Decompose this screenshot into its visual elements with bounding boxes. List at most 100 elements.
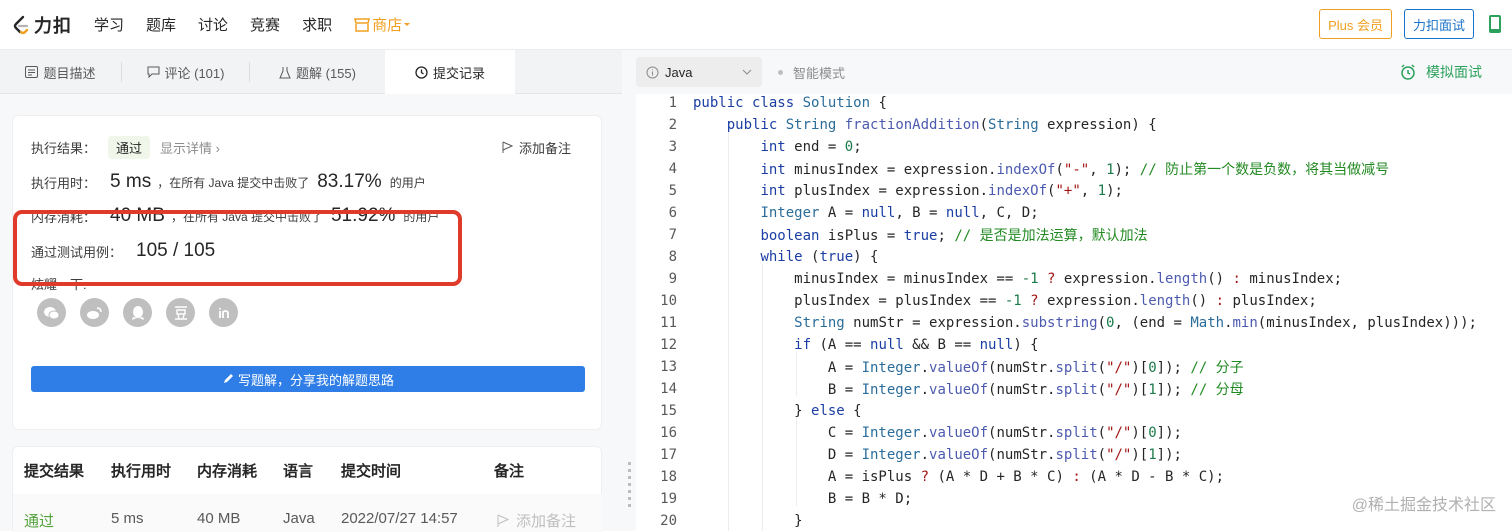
comment-icon — [147, 66, 160, 78]
editor-toolbar: Java 智能模式 模拟面试 — [636, 50, 1512, 94]
logo-icon — [13, 15, 29, 34]
row-status[interactable]: 通过 — [24, 510, 54, 531]
code-line: 16 C = Integer.valueOf(numStr.split("/")… — [660, 425, 1182, 441]
result-status-row: 执行结果： 通过 显示详情 › — [31, 136, 220, 159]
add-note-button[interactable]: 添加备注 — [502, 138, 571, 157]
highlight-annotation-box — [13, 210, 462, 286]
row-submit-time: 2022/07/27 14:57 — [341, 510, 458, 527]
resize-handle[interactable] — [628, 462, 631, 510]
mock-interview-label: 模拟面试 — [1426, 64, 1482, 80]
code-editor-panel: Java 智能模式 模拟面试 1 public class Solution { … — [636, 50, 1512, 531]
code-line: 5 int plusIndex = expression.indexOf("+"… — [668, 183, 1123, 199]
pencil-icon — [223, 374, 233, 383]
write-solution-button[interactable]: 写题解，分享我的解题思路 — [31, 366, 585, 392]
row-add-note-label: 添加备注 — [516, 513, 577, 530]
code-line: 15 } else { — [660, 403, 862, 419]
code-line: 8 while (true) { — [668, 249, 879, 265]
linkedin-icon[interactable] — [209, 298, 238, 327]
tab-comments[interactable]: 评论 (101) — [122, 50, 249, 94]
nav-store-label: 商店 — [372, 17, 403, 34]
chevron-down-icon — [742, 69, 752, 75]
flag-icon — [502, 141, 513, 153]
row-runtime: 5 ms — [111, 510, 144, 527]
code-line: 3 int end = 0; — [668, 139, 862, 155]
column-header: 执行用时 — [111, 463, 172, 480]
runtime-row: 执行用时： 5 ms ，在所有 Java 提交中击败了 83.17% 的用户 — [31, 171, 426, 193]
wechat-icon[interactable] — [37, 298, 66, 327]
code-line: 9 minusIndex = minusIndex == -1 ? expres… — [668, 271, 1343, 287]
language-value: Java — [665, 64, 693, 80]
nav-learn[interactable]: 学习 — [94, 14, 124, 35]
code-line: 6 Integer A = null, B = null, C, D; — [668, 205, 1039, 221]
interview-button[interactable]: 力扣面试 — [1403, 9, 1474, 39]
info-icon — [646, 66, 659, 78]
smart-mode-label: 智能模式 — [793, 65, 846, 81]
runtime-value: 5 ms — [110, 171, 152, 192]
status-badge: 通过 — [108, 136, 151, 159]
tab-comments-label: 评论 (101) — [164, 65, 225, 81]
alarm-clock-icon — [1401, 64, 1415, 80]
column-header: 提交时间 — [341, 463, 402, 480]
code-line: 7 boolean isPlus = true; // 是否是加法运算，默认加法 — [668, 227, 1148, 244]
write-solution-label: 写题解，分享我的解题思路 — [237, 372, 394, 388]
mobile-app-icon[interactable] — [1488, 14, 1502, 34]
nav-problems[interactable]: 题库 — [146, 14, 176, 35]
runtime-label: 执行用时： — [31, 175, 97, 191]
result-label: 执行结果： — [31, 141, 97, 156]
douban-icon[interactable] — [166, 298, 195, 327]
add-note-label: 添加备注 — [518, 141, 571, 156]
tab-solutions[interactable]: 题解 (155) — [250, 50, 385, 94]
watermark: @稀土掘金技术社区 — [1351, 497, 1496, 514]
row-language: Java — [283, 510, 315, 527]
nav-jobs[interactable]: 求职 — [302, 14, 332, 35]
show-detail-link[interactable]: 显示详情 › — [160, 138, 220, 157]
runtime-suffix: 的用户 — [389, 175, 426, 190]
nav-contest[interactable]: 竞赛 — [250, 14, 280, 35]
code-line: 2 public String fractionAddition(String … — [668, 117, 1157, 133]
mock-interview-button[interactable]: 模拟面试 — [1400, 62, 1482, 82]
code-line: 10 plusIndex = plusIndex == -1 ? express… — [660, 293, 1317, 309]
leetcode-logo[interactable]: 力扣 — [12, 12, 72, 38]
tab-solutions-label: 题解 (155) — [296, 65, 356, 81]
column-header: 内存消耗 — [197, 463, 258, 480]
tab-description-label: 题目描述 — [43, 65, 96, 81]
row-add-note[interactable]: 添加备注 — [497, 510, 576, 531]
code-line: 12 if (A == null && B == null) { — [660, 337, 1039, 353]
language-select[interactable]: Java — [636, 57, 762, 87]
left-panel: 题目描述 评论 (101) 题解 (155) 提交记录 执行结果： 通过 显示详… — [0, 50, 622, 532]
code-line: 11 String numStr = expression.substring(… — [660, 315, 1477, 331]
submissions-table: 提交结果 执行用时 内存消耗 语言 提交时间 备注 通过 5 ms 40 MB … — [12, 446, 603, 532]
code-line: 18 A = isPlus ? (A * D + B * C) : (A * D… — [660, 469, 1225, 485]
column-header: 备注 — [494, 463, 525, 480]
qq-icon[interactable] — [123, 298, 152, 327]
code-area[interactable]: 1 public class Solution { 2 public String… — [636, 94, 1512, 531]
top-nav-bar: 力扣 学习 题库 讨论 竞赛 求职 商店 Plus 会员 力扣面试 — [0, 0, 1512, 50]
share-icons — [37, 298, 252, 327]
top-right-actions: Plus 会员 力扣面试 — [1319, 9, 1512, 39]
code-line: 13 A = Integer.valueOf(numStr.split("/")… — [660, 359, 1244, 376]
smart-mode-toggle[interactable]: 智能模式 — [778, 63, 845, 82]
logo-text: 力扣 — [34, 15, 72, 36]
problem-tabs: 题目描述 评论 (101) 题解 (155) 提交记录 — [0, 50, 622, 94]
nav-discuss[interactable]: 讨论 — [198, 14, 228, 35]
code-line: 20 } — [660, 513, 803, 529]
tab-description[interactable]: 题目描述 — [0, 50, 121, 94]
tab-submissions[interactable]: 提交记录 — [385, 50, 515, 94]
doc-icon — [25, 66, 39, 78]
panel-divider[interactable] — [622, 50, 636, 531]
code-line: 1 public class Solution { — [668, 95, 887, 111]
runtime-prefix: ，在所有 Java 提交中击败了 — [157, 175, 310, 190]
code-line: 19 B = B * D; — [660, 491, 913, 507]
runtime-percent: 83.17% — [317, 171, 382, 192]
smart-mode-dot — [778, 69, 783, 75]
store-icon — [354, 17, 371, 32]
flask-icon — [279, 66, 291, 78]
nav-store[interactable]: 商店 — [354, 14, 412, 35]
flag-icon — [497, 514, 509, 527]
row-memory: 40 MB — [197, 510, 241, 527]
tab-submissions-label: 提交记录 — [432, 65, 485, 81]
weibo-icon[interactable] — [80, 298, 109, 327]
main-nav: 学习 题库 讨论 竞赛 求职 商店 — [94, 14, 434, 35]
plus-member-button[interactable]: Plus 会员 — [1319, 9, 1392, 39]
code-line: 4 int minusIndex = expression.indexOf("-… — [668, 161, 1390, 178]
